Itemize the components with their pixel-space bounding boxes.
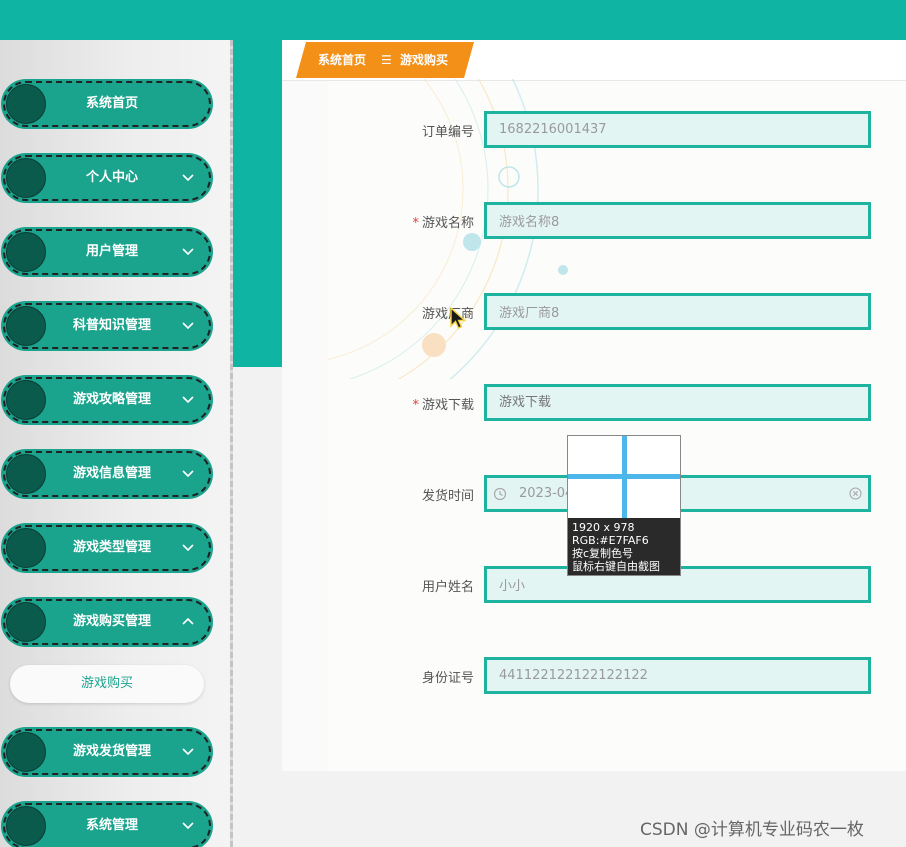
watermark: CSDN @计算机专业码农一枚 — [640, 820, 864, 840]
menu-circle-icon — [6, 602, 46, 642]
game-name-label: * 游戏名称 — [412, 216, 474, 231]
picker-copy-hint: 按c复制色号 — [572, 547, 634, 560]
sidebar-item-label: 游戏类型管理 — [72, 540, 151, 555]
chevron-down-icon — [182, 544, 194, 552]
menu-circle-icon — [6, 806, 46, 846]
picker-rgb: RGB:#E7FAF6 — [572, 534, 649, 547]
ship-time-label: 发货时间 — [421, 489, 474, 504]
picker-size: 1920 x 978 — [572, 521, 635, 534]
breadcrumb-separator-icon: ☰ — [381, 53, 392, 67]
id-card-label: 身份证号 — [421, 671, 474, 686]
sidebar-item-label: 科普知识管理 — [72, 318, 151, 333]
sidebar-subitem-game-purchase[interactable]: 游戏购买 — [10, 665, 204, 703]
picker-info: 1920 x 978 RGB:#E7FAF6 按c复制色号 鼠标右键自由截图 — [568, 518, 680, 575]
chevron-down-icon — [182, 396, 194, 404]
menu-circle-icon — [6, 732, 46, 772]
breadcrumb-home[interactable]: 系统首页 — [318, 42, 366, 78]
sidebar-item-personal-center[interactable]: 个人中心 — [3, 155, 211, 201]
clock-icon — [493, 487, 507, 501]
chevron-down-icon — [182, 822, 194, 830]
menu-circle-icon — [6, 158, 46, 198]
sidebar-item-game-types[interactable]: 游戏类型管理 — [3, 525, 211, 571]
clear-icon[interactable] — [849, 487, 862, 500]
chevron-down-icon — [182, 470, 194, 478]
id-card-field[interactable] — [484, 657, 871, 694]
sidebar-item-game-guides[interactable]: 游戏攻略管理 — [3, 377, 211, 423]
top-header-bar — [0, 0, 906, 40]
sidebar-item-label: 游戏发货管理 — [72, 744, 151, 759]
mouse-cursor-icon — [450, 307, 467, 329]
sidebar-item-game-shipping[interactable]: 游戏发货管理 — [3, 729, 211, 775]
menu-circle-icon — [6, 380, 46, 420]
sidebar-item-home[interactable]: 系统首页 — [3, 81, 211, 127]
chevron-up-icon — [182, 617, 194, 625]
download-label: * 游戏下载 — [412, 398, 474, 413]
breadcrumb-current: 游戏购买 — [400, 53, 449, 67]
crosshair-icon — [568, 436, 680, 518]
chevron-down-icon — [182, 322, 194, 330]
sidebar-item-label: 个人中心 — [85, 170, 138, 185]
sidebar-item-label: 游戏信息管理 — [72, 466, 151, 481]
menu-circle-icon — [6, 84, 46, 124]
menu-circle-icon — [6, 454, 46, 494]
order-no-label: 订单编号 — [421, 125, 474, 140]
sidebar-item-label: 游戏购买管理 — [72, 614, 151, 629]
game-name-field[interactable] — [484, 202, 871, 239]
sidebar: 系统首页 个人中心 用户管理 科普知识管理 游戏攻略管理 游戏信息管理 游戏类型… — [0, 40, 233, 847]
sidebar-item-label: 系统首页 — [85, 96, 138, 111]
sidebar-item-label: 系统管理 — [85, 818, 138, 833]
menu-circle-icon — [6, 232, 46, 272]
sidebar-item-game-purchase-management[interactable]: 游戏购买管理 — [3, 599, 211, 645]
chevron-down-icon — [182, 748, 194, 756]
color-picker-tooltip: 1920 x 978 RGB:#E7FAF6 按c复制色号 鼠标右键自由截图 — [567, 435, 681, 576]
sidebar-item-user-management[interactable]: 用户管理 — [3, 229, 211, 275]
menu-circle-icon — [6, 528, 46, 568]
chevron-down-icon — [182, 174, 194, 182]
sidebar-item-science-knowledge[interactable]: 科普知识管理 — [3, 303, 211, 349]
decorative-teal-block — [233, 40, 282, 367]
required-mark: * — [412, 398, 419, 413]
sidebar-item-label: 游戏攻略管理 — [72, 392, 151, 407]
picker-capture-hint: 鼠标右键自由截图 — [572, 560, 660, 573]
vendor-field[interactable] — [484, 293, 871, 330]
sidebar-item-system-management[interactable]: 系统管理 — [3, 803, 211, 847]
required-mark: * — [412, 216, 419, 231]
sidebar-item-label: 用户管理 — [85, 244, 138, 259]
menu-circle-icon — [6, 306, 46, 346]
order-no-field[interactable] — [484, 111, 871, 148]
download-field[interactable] — [484, 384, 871, 421]
sidebar-item-game-info[interactable]: 游戏信息管理 — [3, 451, 211, 497]
user-name-label: 用户姓名 — [421, 580, 474, 595]
breadcrumb: 系统首页 ☰ 游戏购买 — [296, 42, 474, 78]
chevron-down-icon — [182, 248, 194, 256]
